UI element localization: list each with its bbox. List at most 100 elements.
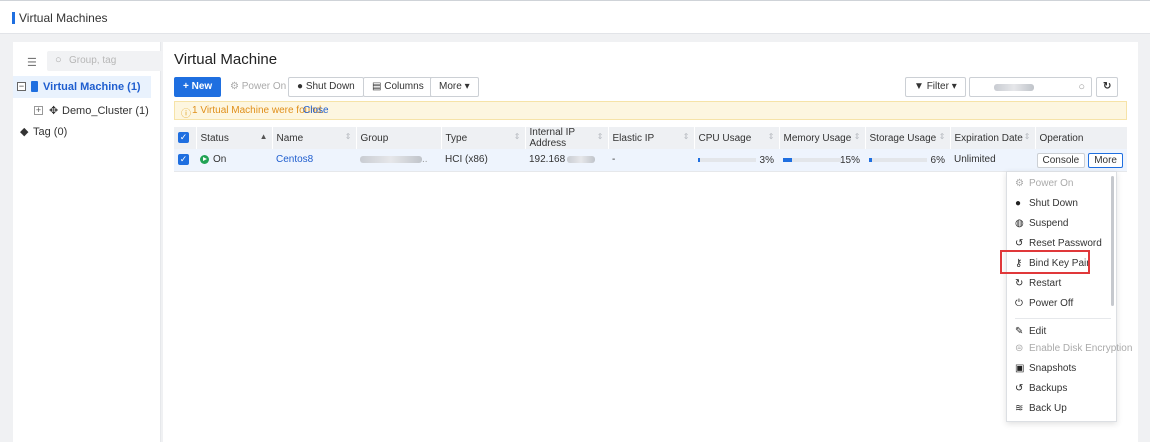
menu-item-snapshots[interactable]: ▣ Snapshots <box>1007 359 1111 379</box>
more-button[interactable]: More ▾ <box>430 77 479 97</box>
redacted-text <box>360 156 422 164</box>
cpu-usage-cell: 3% <box>694 149 779 172</box>
info-icon: ⓘ <box>181 109 191 120</box>
collapse-icon[interactable]: − <box>17 82 26 91</box>
cluster-icon: ✥ <box>49 105 59 117</box>
menu-item-enable-disk-encryption: ⊜ Enable Disk Encryption <box>1007 339 1132 359</box>
cpu-usage-bar <box>698 157 756 162</box>
notice-close-link[interactable]: Close <box>303 105 329 116</box>
columns-icon: ▤ <box>372 81 385 92</box>
storage-usage-cell: 6% <box>865 149 950 172</box>
shut-down-icon: ● <box>297 81 306 92</box>
group-cell: .. <box>356 149 441 172</box>
memory-usage-cell: 15% <box>779 149 865 172</box>
new-button[interactable]: + New <box>174 77 222 97</box>
restart-icon: ↻ <box>1015 278 1024 289</box>
col-storage-usage[interactable]: Storage Usage ⇕ <box>865 127 951 149</box>
result-notice: ⓘ 1 Virtual Machine were found. Close <box>174 101 1127 120</box>
power-on-button[interactable]: ⚙ Power On <box>221 77 296 97</box>
menu-item-restart[interactable]: ↻ Restart <box>1007 274 1111 294</box>
select-all-checkbox[interactable]: ✓ <box>174 127 197 149</box>
encryption-icon: ⊜ <box>1015 343 1024 354</box>
col-type[interactable]: Type ⇕ <box>441 127 526 149</box>
search-placeholder: Group, tag <box>69 55 117 66</box>
col-expiration-date[interactable]: Expiration Date ⇕ <box>950 127 1036 149</box>
type-cell: HCI (x86) <box>441 149 525 172</box>
menu-divider <box>1015 318 1111 319</box>
status-on-icon <box>200 155 209 165</box>
refresh-button[interactable]: ↻ <box>1096 77 1119 97</box>
refresh-icon: ↻ <box>1103 81 1112 92</box>
snapshot-icon: ▣ <box>1015 363 1025 374</box>
col-elastic-ip[interactable]: Elastic IP ⇕ <box>608 127 695 149</box>
redacted-text <box>994 84 1034 91</box>
filter-search-input[interactable]: ○ <box>969 77 1092 97</box>
row-more-button[interactable]: More <box>1088 153 1123 168</box>
menu-item-power-off[interactable]: ⏻ Power Off <box>1007 294 1111 314</box>
col-status[interactable]: Status ▲ <box>196 127 273 149</box>
vm-name-link[interactable]: Centos8 <box>272 149 356 172</box>
menu-item-backups[interactable]: ↺ Backups <box>1007 379 1111 399</box>
columns-button[interactable]: ▤ Columns <box>363 77 433 97</box>
menu-item-back-up[interactable]: ≋ Back Up <box>1007 399 1111 419</box>
col-cpu-usage[interactable]: CPU Usage ⇕ <box>694 127 780 149</box>
main-panel: Virtual Machine + New ⚙ Power On ● Shut … <box>163 42 1138 442</box>
menu-item-power-on: ⚙ Power On <box>1007 174 1111 194</box>
ip-cell: 192.168 <box>525 149 608 172</box>
tree-item-demo-cluster[interactable]: + ✥ Demo_Cluster (1) <box>34 104 154 118</box>
key-icon: ⚷ <box>1015 258 1023 269</box>
table-header-row: ✓ Status ▲ Name ⇕ Group Type ⇕ Internal IP … <box>174 127 1128 149</box>
power-off-icon: ⏻ <box>1015 298 1023 309</box>
operation-cell: Console More <box>1035 149 1127 172</box>
back-up-icon: ≋ <box>1015 403 1024 414</box>
tree-toggle-icon[interactable]: ☰ <box>27 56 37 69</box>
shut-down-button[interactable]: ● Shut Down <box>288 77 364 97</box>
tree-item-tag[interactable]: ◆ Tag (0) <box>20 125 120 139</box>
col-group[interactable]: Group <box>356 127 442 149</box>
status-cell: On <box>196 149 272 172</box>
search-icon: ○ <box>1078 81 1085 93</box>
sidebar-search-input[interactable]: ○ Group, tag <box>47 51 164 71</box>
tree-item-label: Virtual Machine (1) <box>43 81 141 93</box>
col-memory-usage[interactable]: Memory Usage ⇕ <box>779 127 866 149</box>
power-on-icon: ⚙ <box>230 81 242 92</box>
tree-item-virtual-machine[interactable]: − Virtual Machine (1) <box>13 76 151 98</box>
vm-table: ✓ Status ▲ Name ⇕ Group Type ⇕ Internal IP … <box>174 127 1128 172</box>
shut-down-icon: ● <box>1015 198 1022 209</box>
caret-down-icon: ▾ <box>948 81 957 92</box>
row-checkbox[interactable]: ✓ <box>174 149 196 172</box>
backups-icon: ↺ <box>1015 383 1024 394</box>
top-bar: Virtual Machines <box>0 0 1150 34</box>
expiration-cell: Unlimited <box>950 149 1035 172</box>
menu-item-bind-key-pair[interactable]: ⚷ Bind Key Pair <box>1007 254 1111 274</box>
plus-icon: + <box>183 81 192 92</box>
title-accent <box>12 12 15 24</box>
vm-icon <box>31 81 38 92</box>
table-row[interactable]: ✓ On Centos8 .. HCI (x86) 192.168 - 3% 1… <box>174 149 1127 172</box>
sidebar: ☰ ○ Group, tag <box>13 42 164 442</box>
col-internal-ip[interactable]: Internal IP Address ⇕ <box>525 127 609 149</box>
memory-usage-bar <box>783 157 841 162</box>
col-operation: Operation <box>1035 127 1128 149</box>
menu-item-shut-down[interactable]: ● Shut Down <box>1007 194 1111 214</box>
redacted-text <box>567 156 596 164</box>
tag-icon: ◆ <box>20 126 29 138</box>
menu-scrollbar[interactable] <box>1111 176 1114 306</box>
elastic-ip-cell: - <box>608 149 694 172</box>
filter-icon: ▼ <box>914 81 927 92</box>
console-button[interactable]: Console <box>1036 153 1086 168</box>
power-on-icon: ⚙ <box>1015 178 1024 189</box>
filter-button[interactable]: ▼ Filter ▾ <box>905 77 966 97</box>
more-actions-menu: ⚙ Power On ● Shut Down ◍ Suspend ↺ Reset Passwo… <box>1006 171 1132 422</box>
menu-item-reset-password[interactable]: ↺ Reset Password <box>1007 234 1111 254</box>
caret-down-icon: ▾ <box>461 81 470 92</box>
search-icon: ○ <box>55 54 62 66</box>
suspend-icon: ◍ <box>1015 218 1024 229</box>
storage-usage-bar <box>869 157 927 162</box>
panel-title: Virtual Machine <box>174 51 278 68</box>
col-name[interactable]: Name ⇕ <box>272 127 357 149</box>
expand-icon[interactable]: + <box>34 106 43 115</box>
menu-item-suspend[interactable]: ◍ Suspend <box>1007 214 1111 234</box>
reset-password-icon: ↺ <box>1015 238 1024 249</box>
page-title: Virtual Machines <box>19 11 108 25</box>
